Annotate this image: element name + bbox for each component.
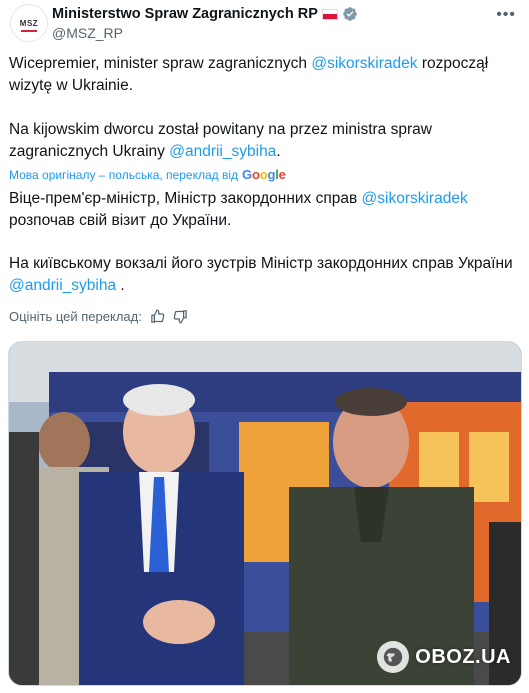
thumb-down-icon[interactable] <box>173 309 188 324</box>
translation-note[interactable]: Мова оригіналу – польська, переклад від … <box>9 167 286 182</box>
translated-paragraph-1: Віце-прем'єр-міністр, Міністр закордонни… <box>9 188 514 232</box>
post-photo[interactable]: OBOZ.UA <box>8 341 522 686</box>
photo-scene <box>9 342 521 685</box>
text-segment: Віце-прем'єр-міністр, Міністр закордонни… <box>9 190 362 207</box>
original-paragraph-1: Wicepremier, minister spraw zagranicznyc… <box>9 53 514 97</box>
author-handle[interactable]: @MSZ_RP <box>52 25 123 41</box>
text-segment: На київському вокзалі його зустрів Мініс… <box>9 255 513 272</box>
watermark-text: OBOZ.UA <box>415 645 511 668</box>
globe-glyph <box>384 647 403 667</box>
avatar[interactable]: MSZ <box>10 4 48 42</box>
more-options-icon[interactable]: ••• <box>496 6 516 24</box>
text-segment: Wicepremier, minister spraw zagranicznyc… <box>9 55 312 72</box>
author-name-row: Ministerstwo Spraw Zagranicznych RP <box>52 4 358 24</box>
original-paragraph-2: Na kijowskim dworcu został powitany na p… <box>9 119 514 163</box>
translated-paragraph-2: На київському вокзалі його зустрів Мініс… <box>9 253 519 297</box>
post-header: MSZ Ministerstwo Spraw Zagranicznych RP … <box>10 4 520 44</box>
thumb-up-icon[interactable] <box>150 309 165 324</box>
poland-flag-icon <box>321 8 338 20</box>
oboz-watermark: OBOZ.UA <box>377 641 511 673</box>
mention-link[interactable]: @sikorskiradek <box>311 55 417 72</box>
mention-link[interactable]: @sikorskiradek <box>362 190 468 207</box>
avatar-logo: MSZ <box>19 18 39 32</box>
author-display-name[interactable]: Ministerstwo Spraw Zagranicznych RP <box>52 6 318 22</box>
translation-note-text: Мова оригіналу – польська, переклад від <box>9 167 239 182</box>
rate-translation-label: Оцініть цей переклад: <box>9 309 142 324</box>
mention-link[interactable]: @andrii_sybiha <box>169 143 276 160</box>
rate-translation-row: Оцініть цей переклад: <box>9 309 188 324</box>
google-logo: Google <box>242 167 286 182</box>
text-segment: розпочав свій візит до України. <box>9 212 232 229</box>
text-segment: . <box>116 277 125 294</box>
globe-icon <box>377 641 410 673</box>
mention-link[interactable]: @andrii_sybiha <box>9 277 116 294</box>
verified-badge-icon[interactable] <box>342 6 358 22</box>
text-segment: . <box>276 143 281 160</box>
